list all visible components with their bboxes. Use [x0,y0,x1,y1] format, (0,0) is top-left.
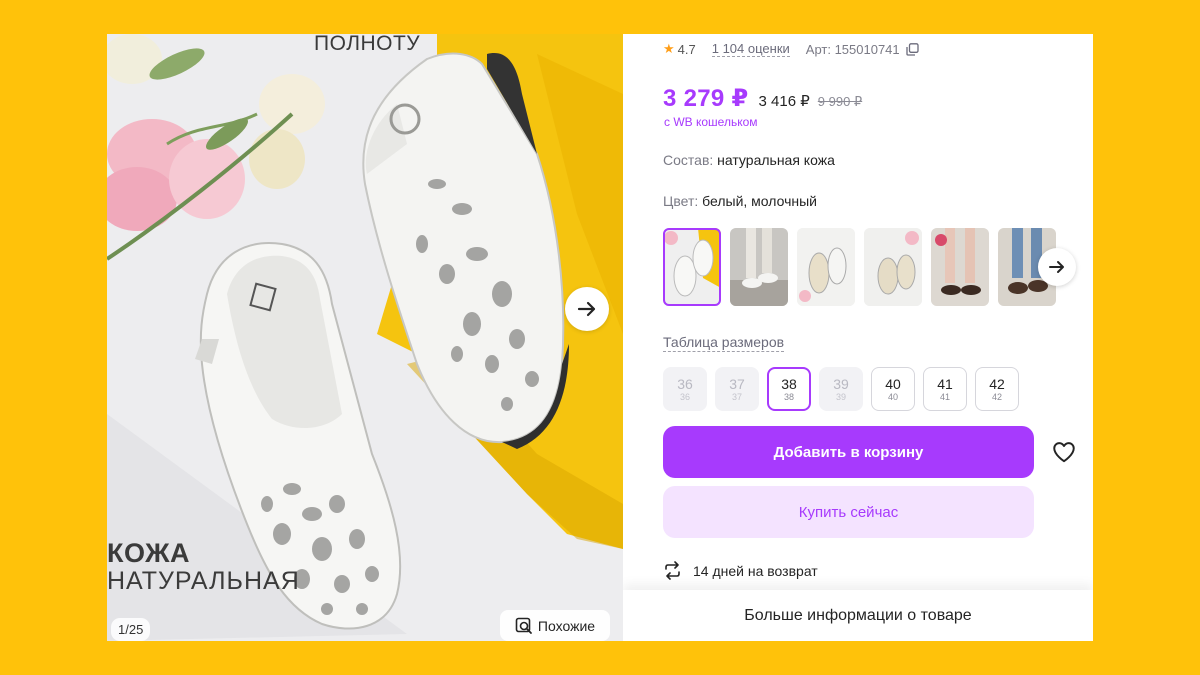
size-option-label: 40 [885,375,901,392]
size-option[interactable]: 39 39 [819,367,863,411]
arrow-right-icon [577,301,596,317]
thumbnails-next-button[interactable] [1038,248,1076,286]
size-option[interactable]: 42 42 [975,367,1019,411]
photo-material-bold: КОЖА [107,538,191,568]
size-option[interactable]: 40 40 [871,367,915,411]
photo-counter: 1/25 [111,618,151,641]
size-option-label: 39 [833,375,849,392]
thumbnail-image [931,228,989,306]
price-regular: 3 416 ₽ [758,93,810,110]
photo-next-button[interactable] [565,287,609,331]
similar-search-icon [515,617,532,634]
product-info-panel: ★ 4.7 1 104 оценки Арт: 155010741 3 279 … [623,34,1093,641]
page-background: ПОЛНОТУ КОЖА НАТУРАЛЬНАЯ 1/25 Похожие ★ … [0,0,1200,675]
thumbnail[interactable] [864,228,922,306]
size-option-label: 41 [937,375,953,392]
price-old: 9 990 ₽ [817,94,863,109]
size-option-sub: 41 [939,391,950,402]
size-option[interactable]: 36 36 [663,367,707,411]
color-value: белый, молочный [702,193,817,209]
size-option[interactable]: 38 38 [767,367,811,411]
wallet-note[interactable]: с WB кошельком [664,115,758,129]
thumbnail[interactable] [931,228,989,306]
add-to-cart-button[interactable]: Добавить в корзину [663,426,1034,478]
rating-row: ★ 4.7 1 104 оценки Арт: 155010741 [663,41,919,57]
size-option-label: 36 [677,375,693,392]
thumbnail-image [797,228,855,306]
size-option-sub: 37 [731,391,742,402]
more-info-button[interactable]: Больше информации о товаре [623,590,1093,641]
price-row: 3 279 ₽ 3 416 ₽ 9 990 ₽ [663,84,862,113]
arrow-right-icon [1049,261,1064,273]
reviews-link[interactable]: 1 104 оценки [711,41,790,57]
size-option-sub: 39 [835,391,846,402]
thumbnail-image [864,228,922,306]
color-info: Цвет: белый, молочный [663,193,817,209]
size-option-label: 42 [989,375,1005,392]
composition-key: Состав: [663,152,714,168]
return-icon [665,561,680,580]
composition-value: натуральная кожа [717,152,835,168]
thumbnail[interactable] [663,228,721,306]
size-table-link[interactable]: Таблица размеров [663,334,785,352]
similar-button[interactable]: Похожие [500,610,610,641]
product-photo[interactable]: ПОЛНОТУ КОЖА НАТУРАЛЬНАЯ 1/25 Похожие [107,34,623,641]
size-option[interactable]: 41 41 [923,367,967,411]
size-option-label: 38 [781,375,797,392]
return-policy: 14 дней на возврат [663,561,818,580]
size-option-sub: 42 [991,391,1002,402]
composition: Состав: натуральная кожа [663,152,835,168]
size-option-sub: 38 [783,391,794,402]
thumbnail-image [730,228,788,306]
size-option-label: 37 [729,375,745,392]
buy-now-button[interactable]: Купить сейчас [663,486,1034,538]
size-option-sub: 40 [887,391,898,402]
size-selector: 36 36 37 37 38 38 39 39 40 40 41 41 42 42 [663,367,1019,411]
size-option-sub: 36 [679,391,690,402]
thumbnail[interactable] [730,228,788,306]
price-wallet: 3 279 ₽ [663,85,749,112]
copy-icon[interactable] [906,42,919,56]
thumbnail[interactable] [797,228,855,306]
return-policy-label: 14 дней на возврат [693,562,818,579]
rating-value: 4.7 [677,41,696,57]
thumbnail-image [663,228,721,306]
photo-headline-top: ПОЛНОТУ [314,34,421,55]
color-thumbnails [663,228,1056,306]
photo-material-sub: НАТУРАЛЬНАЯ [107,567,300,595]
similar-label: Похожие [537,617,596,634]
star-icon: ★ [663,41,675,56]
size-option[interactable]: 37 37 [715,367,759,411]
color-key: Цвет: [663,193,699,209]
heart-icon[interactable] [1051,439,1077,465]
article-number: Арт: 155010741 [805,41,900,57]
